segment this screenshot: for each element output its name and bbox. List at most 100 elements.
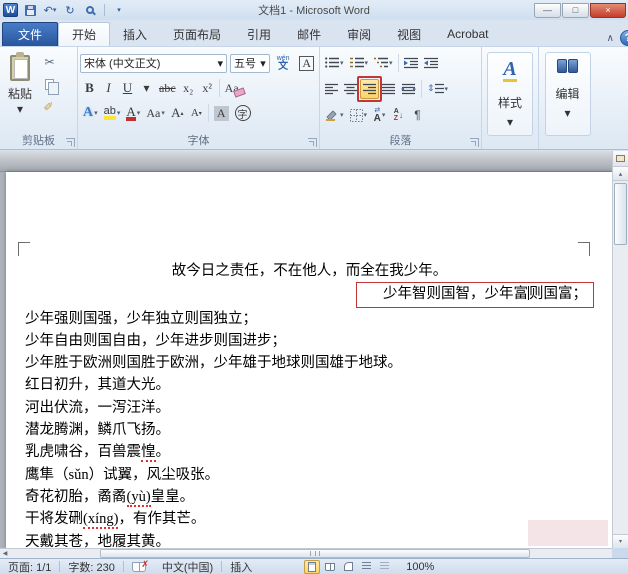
collapse-ribbon-icon[interactable]: ∧ bbox=[607, 33, 614, 44]
phonetic-guide-button[interactable]: wén 文 bbox=[270, 53, 293, 73]
fullscreen-reading-view-button[interactable] bbox=[322, 560, 338, 574]
editing-label: 编辑 bbox=[555, 85, 579, 102]
tab-page-layout[interactable]: 页面布局 bbox=[160, 22, 234, 46]
font-name-combo[interactable]: 宋体 (中文正文) ▾ bbox=[80, 54, 227, 73]
paragraph-dialog-launcher[interactable] bbox=[470, 138, 479, 147]
vertical-scroll-thumb[interactable] bbox=[614, 183, 627, 245]
copy-button[interactable] bbox=[40, 74, 59, 94]
format-painter-button[interactable]: ✎ bbox=[40, 96, 59, 116]
scroll-down-button[interactable]: ▾ bbox=[613, 534, 628, 548]
multilevel-list-button[interactable]: ▾ bbox=[371, 53, 396, 73]
group-editing: 编辑 ▾ bbox=[539, 47, 596, 149]
subscript-button[interactable]: x₂ bbox=[179, 78, 198, 98]
shading-button[interactable]: ▾ bbox=[322, 105, 347, 125]
distributed-button[interactable] bbox=[398, 79, 419, 99]
horizontal-scroll-thumb[interactable] bbox=[100, 549, 530, 558]
help-icon[interactable]: ? bbox=[620, 30, 628, 46]
tab-insert[interactable]: 插入 bbox=[110, 22, 160, 46]
draft-view-button[interactable] bbox=[376, 560, 392, 574]
tab-view[interactable]: 视图 bbox=[384, 22, 434, 46]
font-size-combo[interactable]: 五号 ▾ bbox=[230, 54, 270, 73]
language-indicator[interactable]: 中文(中国) bbox=[154, 559, 221, 574]
styles-button[interactable]: A 样式 ▾ bbox=[487, 52, 533, 136]
numbering-button[interactable]: ▾ bbox=[347, 53, 372, 73]
enclose-characters-button[interactable]: 字 bbox=[232, 103, 254, 123]
align-left-button[interactable] bbox=[322, 79, 341, 99]
bold-button[interactable]: B bbox=[80, 78, 99, 98]
save-button[interactable] bbox=[22, 3, 38, 18]
spellcheck-error-icon: ✗ bbox=[141, 559, 149, 570]
text-highlight-button[interactable]: ab▾ bbox=[101, 103, 124, 123]
line-spacing-button[interactable]: ⇕ ▾ bbox=[424, 79, 451, 99]
tab-file[interactable]: 文件 bbox=[2, 22, 58, 46]
italic-button[interactable]: I bbox=[99, 78, 118, 98]
spellcheck-marked-text: (xíng) bbox=[83, 511, 118, 529]
spellcheck-status[interactable]: ✗ bbox=[124, 559, 154, 574]
word-logo-icon[interactable]: W bbox=[3, 3, 18, 17]
customize-qat-button[interactable]: ▾ bbox=[111, 3, 127, 18]
font-color-button[interactable]: A▾ bbox=[123, 103, 143, 123]
grow-font-button[interactable]: A▴ bbox=[168, 103, 187, 123]
sort-button[interactable]: A Z ↓ bbox=[389, 105, 408, 125]
scroll-up-button[interactable]: ▴ bbox=[613, 167, 628, 181]
align-right-button[interactable] bbox=[360, 79, 379, 99]
doc-text: 干将发硎 bbox=[25, 511, 83, 527]
ribbon-tabs: 文件 开始 插入 页面布局 引用 邮件 审阅 视图 Acrobat ∧ ? bbox=[0, 20, 628, 46]
print-preview-button[interactable] bbox=[82, 3, 98, 18]
tab-acrobat[interactable]: Acrobat bbox=[434, 22, 501, 46]
tab-references[interactable]: 引用 bbox=[234, 22, 284, 46]
outline-view-button[interactable] bbox=[358, 560, 374, 574]
doc-line: 乳虎啸谷，百兽震惶。 bbox=[25, 441, 594, 463]
horizontal-scrollbar[interactable]: ◀ bbox=[0, 548, 612, 558]
superscript-button[interactable]: x² bbox=[198, 78, 217, 98]
undo-dropdown-icon: ▾ bbox=[53, 6, 57, 14]
clipboard-dialog-launcher[interactable] bbox=[66, 138, 75, 147]
close-button[interactable]: × bbox=[590, 3, 626, 18]
page[interactable]: 故今日之责任，不在他人，而全在我少年。 少年智则国智，少年富则国富； 少年强则国… bbox=[6, 172, 612, 548]
doc-line: 奇花初胎，矞矞(yù)皇皇。 bbox=[25, 486, 594, 508]
redo-button[interactable]: ↻ bbox=[62, 3, 78, 18]
scroll-left-button[interactable]: ◀ bbox=[0, 549, 10, 558]
font-dialog-launcher[interactable] bbox=[308, 138, 317, 147]
tab-home[interactable]: 开始 bbox=[58, 22, 110, 46]
decrease-indent-button[interactable] bbox=[401, 53, 421, 73]
group-font: 宋体 (中文正文) ▾ 五号 ▾ wén 文 A B I U ▾ abc x₂ … bbox=[78, 47, 320, 149]
line-spacing-dropdown-icon: ▾ bbox=[445, 85, 449, 93]
underline-dropdown[interactable]: ▾ bbox=[137, 78, 156, 98]
change-case-button[interactable]: Aa▾ bbox=[143, 103, 168, 123]
strikethrough-button[interactable]: abc bbox=[156, 78, 179, 98]
borders-button[interactable]: ▾ bbox=[347, 105, 371, 125]
cut-button[interactable]: ✂ bbox=[40, 52, 59, 72]
undo-button[interactable]: ↶▾ bbox=[42, 3, 58, 18]
increase-indent-button[interactable] bbox=[421, 53, 441, 73]
bullets-button[interactable]: ▾ bbox=[322, 53, 347, 73]
tab-mailings[interactable]: 邮件 bbox=[284, 22, 334, 46]
asian-layout-button[interactable]: ⇄ A ▾ bbox=[370, 105, 389, 125]
document-text[interactable]: 故今日之责任，不在他人，而全在我少年。 少年智则国智，少年富则国富； 少年强则国… bbox=[25, 260, 594, 548]
doc-line: 河出伏流，一泻汪洋。 bbox=[25, 397, 594, 419]
character-shading-button[interactable]: A bbox=[211, 103, 232, 123]
red-annotation-document: 少年智则国智，少年富则国富； bbox=[356, 282, 594, 307]
justify-button[interactable] bbox=[379, 79, 398, 99]
print-layout-view-button[interactable] bbox=[304, 560, 320, 574]
underline-button[interactable]: U bbox=[118, 78, 137, 98]
zoom-level[interactable]: 100% bbox=[398, 559, 442, 574]
character-border-button[interactable]: A bbox=[292, 53, 317, 73]
paste-button[interactable]: 粘贴 ▾ bbox=[2, 50, 38, 132]
ruler-toggle-button[interactable] bbox=[613, 151, 628, 167]
clear-formatting-button[interactable]: Aa bbox=[222, 78, 242, 98]
text-effects-button[interactable]: A▾ bbox=[80, 103, 101, 123]
minimize-button[interactable]: — bbox=[534, 3, 561, 18]
show-hide-marks-button[interactable]: ¶ bbox=[408, 105, 427, 125]
shrink-font-button[interactable]: A▾ bbox=[187, 103, 206, 123]
align-center-button[interactable] bbox=[341, 79, 360, 99]
page-indicator[interactable]: 页面: 1/1 bbox=[0, 559, 59, 574]
doc-text: 天戴其苍，地履其黄。 bbox=[25, 534, 170, 548]
web-layout-view-button[interactable] bbox=[340, 560, 356, 574]
vertical-scrollbar[interactable]: ▴ ▾ bbox=[612, 151, 628, 548]
editing-button[interactable]: 编辑 ▾ bbox=[545, 52, 591, 136]
tab-review[interactable]: 审阅 bbox=[334, 22, 384, 46]
maximize-button[interactable]: □ bbox=[562, 3, 589, 18]
insert-mode[interactable]: 插入 bbox=[222, 559, 260, 574]
word-count[interactable]: 字数: 230 bbox=[60, 559, 122, 574]
